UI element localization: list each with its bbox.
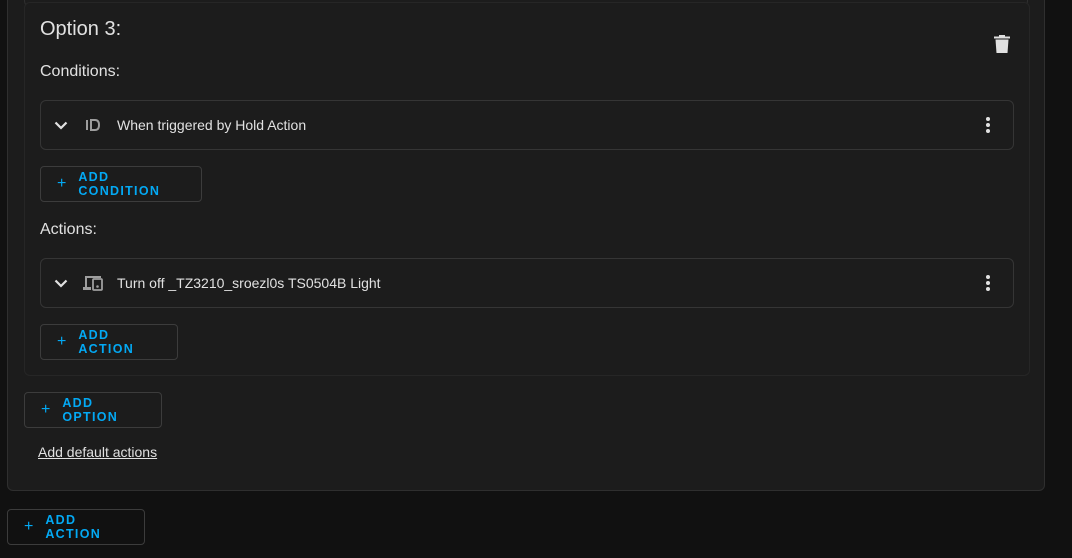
more-vertical-icon[interactable] <box>976 113 1000 137</box>
conditions-label: Conditions: <box>40 63 121 80</box>
more-vertical-icon[interactable] <box>976 271 1000 295</box>
add-action-button[interactable]: + ADD ACTION <box>40 324 178 360</box>
chevron-down-icon[interactable] <box>53 275 69 291</box>
condition-row[interactable]: When triggered by Hold Action <box>40 100 1014 150</box>
actions-label: Actions: <box>40 221 97 238</box>
add-default-actions-link[interactable]: Add default actions <box>38 444 157 460</box>
condition-text: When triggered by Hold Action <box>117 117 307 133</box>
trash-icon <box>994 35 1010 53</box>
id-icon <box>81 113 105 137</box>
action-text: Turn off _TZ3210_sroezl0s TS0504B Light <box>117 275 381 291</box>
add-option-label: ADD OPTION <box>62 396 119 424</box>
plus-icon: + <box>57 175 67 192</box>
plus-icon: + <box>24 518 34 535</box>
add-action-outer-label: ADD ACTION <box>45 513 102 541</box>
add-condition-button[interactable]: + ADD CONDITION <box>40 166 202 202</box>
add-option-button[interactable]: + ADD OPTION <box>24 392 162 428</box>
action-row[interactable]: Turn off _TZ3210_sroezl0s TS0504B Light <box>40 258 1014 308</box>
add-action-label: ADD ACTION <box>78 328 135 356</box>
add-condition-label: ADD CONDITION <box>78 170 161 198</box>
option-title: Option 3: <box>40 18 122 40</box>
delete-option-button[interactable] <box>990 32 1014 56</box>
chevron-down-icon[interactable] <box>53 117 69 133</box>
devices-icon <box>81 271 105 295</box>
add-action-outer-button[interactable]: + ADD ACTION <box>7 509 145 545</box>
plus-icon: + <box>57 333 67 350</box>
plus-icon: + <box>41 401 51 418</box>
